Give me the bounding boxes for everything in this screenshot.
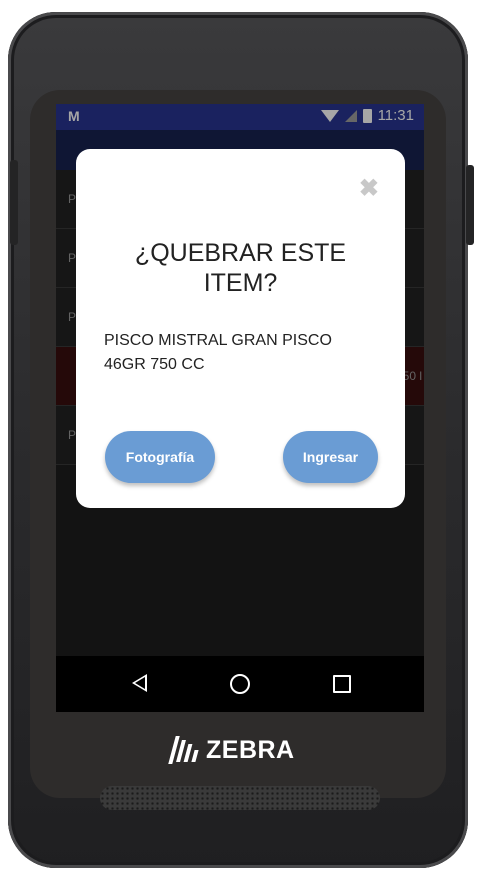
side-button-right [466,165,474,245]
recent-apps-icon[interactable] [333,675,351,693]
side-button-left [10,160,18,245]
brand-name: ZEBRA [206,735,295,764]
zebra-logo-icon [168,732,202,768]
nav-bar [56,656,424,712]
speaker-grille [100,786,380,810]
home-icon[interactable] [230,674,250,694]
dialog-title: ¿QUEBRAR ESTE ITEM? [134,239,347,297]
back-icon[interactable] [132,674,147,692]
item-description: PISCO MISTRAL GRAN PISCO 46GR 750 CC [104,332,332,373]
submit-button[interactable]: Ingresar [283,431,378,483]
brand-logo: ZEBRA [168,732,310,768]
close-icon[interactable]: ✖ [359,177,379,201]
confirm-dialog: ✖ ¿QUEBRAR ESTE ITEM? PISCO MISTRAL GRAN… [76,149,405,508]
photo-button[interactable]: Fotografía [105,431,215,483]
